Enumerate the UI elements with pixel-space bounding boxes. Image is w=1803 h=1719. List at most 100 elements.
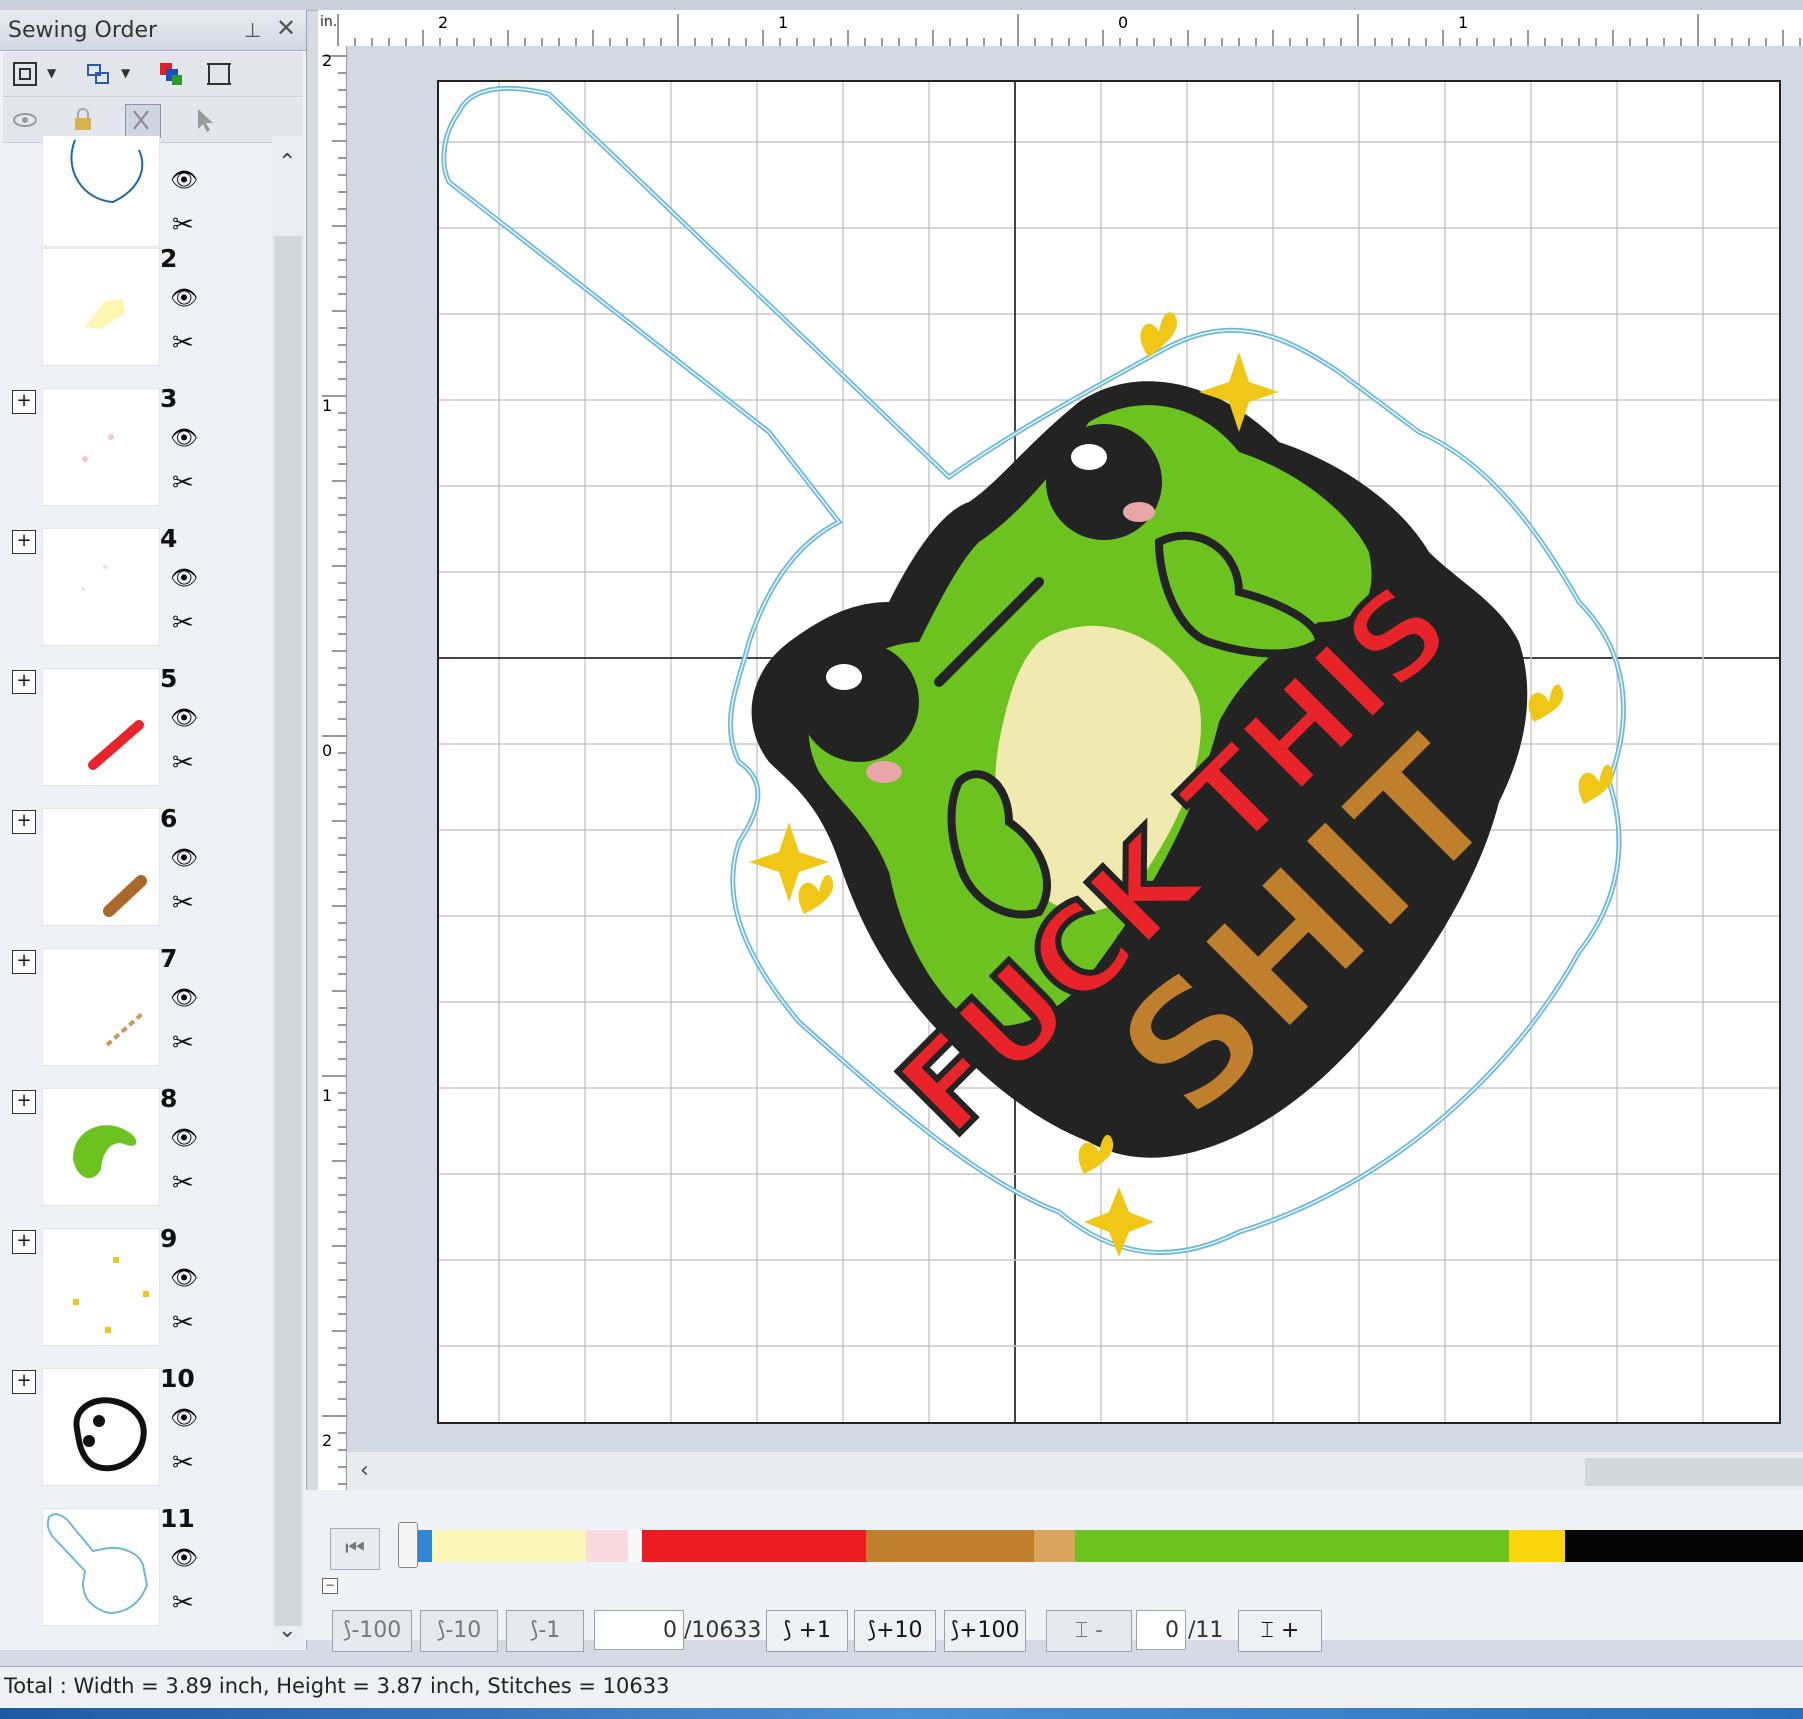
color-segment[interactable] — [418, 1530, 432, 1562]
expand-icon[interactable]: + — [12, 530, 36, 554]
cut-icon[interactable]: ✂ — [172, 1588, 194, 1618]
sewing-item[interactable]: + 6 👁 ✂ — [0, 800, 272, 940]
color-sort-button[interactable] — [155, 58, 191, 92]
eye-icon[interactable]: 👁 — [170, 1266, 198, 1291]
color-segment[interactable] — [865, 1530, 1034, 1562]
eye-icon[interactable]: 👁 — [170, 1546, 198, 1571]
green-frog-icon — [42, 1088, 160, 1206]
stitch-position-input[interactable]: 0 — [594, 1610, 684, 1650]
sewing-item[interactable]: + 8 👁 ✂ — [0, 1080, 272, 1220]
cut-icon[interactable]: ✂ — [172, 608, 194, 638]
color-segment[interactable] — [1075, 1530, 1510, 1562]
expand-icon[interactable]: + — [12, 950, 36, 974]
group-button[interactable] — [83, 58, 119, 92]
eye-icon[interactable]: 👁 — [170, 426, 198, 451]
lock-button[interactable] — [67, 104, 103, 138]
frame-minus-button[interactable]: ⌶ - — [1046, 1610, 1132, 1652]
scroll-left-icon[interactable]: ‹ — [360, 1458, 369, 1483]
cut-icon[interactable]: ✂ — [172, 1448, 194, 1478]
expand-icon[interactable]: + — [12, 1370, 36, 1394]
eye-icon[interactable]: 👁 — [170, 1406, 198, 1431]
stitch-minus-1-button[interactable]: ⟆-1 — [506, 1610, 584, 1652]
sewing-item[interactable]: + 9 👁 ✂ — [0, 1220, 272, 1360]
item-number: 11 — [160, 1504, 195, 1533]
sewing-item[interactable]: + 10 👁 ✂ — [0, 1360, 272, 1500]
cut-icon[interactable]: ✂ — [172, 210, 194, 240]
expand-icon[interactable]: + — [12, 1230, 36, 1254]
color-segment[interactable] — [627, 1530, 642, 1562]
scroll-down-icon[interactable]: ⌄ — [278, 1618, 296, 1643]
cut-icon[interactable]: ✂ — [172, 1308, 194, 1338]
design-hoop[interactable]: FUCK THIS SHIT — [412, 55, 1790, 1605]
stitch-plus-1-button[interactable]: ⟆ +1 — [766, 1610, 848, 1652]
cut-icon[interactable]: ✂ — [172, 888, 194, 918]
select-button[interactable] — [189, 104, 225, 138]
color-sequence-bar[interactable] — [418, 1530, 1803, 1562]
ruler-label: 1 — [322, 1086, 332, 1105]
eye-icon[interactable]: 👁 — [170, 706, 198, 731]
frame-position-input[interactable]: 0 — [1136, 1610, 1186, 1650]
stitch-minus-10-button[interactable]: ⟆-10 — [420, 1610, 498, 1652]
item-number: 3 — [160, 384, 178, 413]
cut-icon[interactable]: ✂ — [172, 1028, 194, 1058]
eye-icon[interactable]: 👁 — [170, 566, 198, 591]
stitch-plus-10-button[interactable]: ⟆+10 — [854, 1610, 936, 1652]
stitch-plus-100-button[interactable]: ⟆+100 — [944, 1610, 1026, 1652]
taskbar — [0, 1708, 1803, 1719]
go-to-start-button[interactable]: ⏮ — [330, 1528, 380, 1570]
sewing-item[interactable]: + 7 👁 ✂ — [0, 940, 272, 1080]
collapse-icon[interactable]: − — [322, 1578, 338, 1594]
visibility-button[interactable] — [9, 104, 45, 138]
scroll-up-icon[interactable]: ⌃ — [278, 150, 296, 175]
group-icon — [87, 64, 109, 84]
color-segment[interactable] — [1565, 1530, 1803, 1562]
expand-icon[interactable]: + — [12, 670, 36, 694]
dropdown-arrow-icon[interactable]: ▼ — [121, 66, 130, 80]
sewing-item[interactable]: 2 👁 ✂ — [0, 240, 272, 380]
eye-icon[interactable]: 👁 — [170, 168, 198, 193]
dropdown-arrow-icon[interactable]: ▼ — [47, 66, 56, 80]
cut-icon[interactable]: ✂ — [172, 748, 194, 778]
stitch-total: /10633 — [684, 1618, 762, 1643]
color-segment[interactable] — [1509, 1530, 1566, 1562]
pin-icon[interactable]: ⊥ — [244, 18, 261, 42]
lock-icon — [75, 108, 91, 130]
sewing-item[interactable]: + 5 👁 ✂ — [0, 660, 272, 800]
sewing-item[interactable]: 11 👁 ✂ — [0, 1500, 272, 1636]
cut-icon[interactable]: ✂ — [172, 1168, 194, 1198]
ruler-label: 1 — [322, 396, 332, 415]
color-segment[interactable] — [585, 1530, 628, 1562]
expand-icon[interactable]: + — [12, 390, 36, 414]
sewing-item[interactable]: + 4 👁 ✂ — [0, 520, 272, 660]
color-segment[interactable] — [431, 1530, 586, 1562]
canvas-scroll-thumb[interactable] — [1585, 1458, 1803, 1486]
cut-icon[interactable]: ✂ — [172, 468, 194, 498]
color-segment[interactable] — [1033, 1530, 1076, 1562]
expand-icon[interactable]: + — [12, 810, 36, 834]
close-icon[interactable]: ✕ — [276, 14, 296, 42]
horizontal-ruler: 2 1 0 1 — [318, 10, 1803, 47]
eye-icon[interactable]: 👁 — [170, 1126, 198, 1151]
color-sort-icon — [160, 63, 182, 85]
scissors-button[interactable] — [125, 104, 161, 138]
list-scroll-thumb[interactable] — [274, 236, 302, 1626]
sewing-item[interactable]: + 3 👁 ✂ — [0, 380, 272, 520]
eye-icon[interactable]: 👁 — [170, 846, 198, 871]
stitch-slider-handle[interactable] — [398, 1522, 418, 1568]
panel-toolbar-1: ▼ ▼ — [3, 52, 303, 97]
item-number: 8 — [160, 1084, 178, 1113]
color-segment[interactable] — [641, 1530, 866, 1562]
frame-button[interactable] — [203, 58, 239, 92]
status-text: Total : Width = 3.89 inch, Height = 3.87… — [4, 1674, 670, 1698]
stitch-minus-100-button[interactable]: ⟆-100 — [332, 1610, 412, 1652]
cut-icon[interactable]: ✂ — [172, 328, 194, 358]
fit-view-button[interactable] — [9, 58, 45, 92]
eye-icon[interactable]: 👁 — [170, 286, 198, 311]
faint-dots-icon — [42, 528, 160, 646]
frame-plus-button[interactable]: ⌶ + — [1238, 1610, 1322, 1652]
eye-icon[interactable]: 👁 — [170, 986, 198, 1011]
expand-icon[interactable]: + — [12, 1090, 36, 1114]
yellow-dots-icon — [42, 1228, 160, 1346]
frame-icon — [207, 63, 231, 85]
item-number: 2 — [160, 244, 178, 273]
